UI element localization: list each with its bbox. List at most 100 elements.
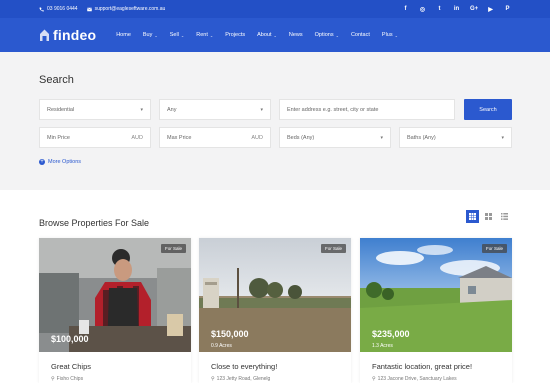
nav-label: Buy bbox=[142, 32, 153, 38]
max-price-input[interactable]: Max Price AUD bbox=[159, 127, 271, 148]
nav-label: Contact bbox=[350, 32, 370, 38]
chevron-down-icon: ⌄ bbox=[394, 32, 398, 38]
nav-item-contact[interactable]: Contact bbox=[351, 32, 370, 38]
nav-item-about[interactable]: About ⌄ bbox=[257, 32, 277, 38]
nav-label: Home bbox=[116, 32, 131, 38]
grid-icon bbox=[485, 213, 492, 220]
google-plus-icon[interactable]: G+ bbox=[470, 6, 478, 12]
property-price: $100,000 bbox=[51, 334, 89, 344]
min-price-input[interactable]: Min Price AUD bbox=[39, 127, 151, 148]
baths-select[interactable]: Baths (Any) ▾ bbox=[399, 127, 512, 148]
chevron-down-icon: ⌄ bbox=[209, 32, 214, 38]
list-icon bbox=[501, 213, 508, 220]
search-title: Search bbox=[39, 74, 74, 86]
nav-label: News bbox=[288, 32, 303, 38]
search-panel bbox=[0, 52, 550, 190]
nav-item-plus[interactable]: Plus ⌄ bbox=[382, 32, 398, 38]
more-options-link[interactable]: + More Options bbox=[39, 159, 81, 165]
property-address: ⚲ 123 Jacone Drive, Sanctuary Lakes bbox=[372, 376, 457, 382]
nav-item-buy[interactable]: Buy ⌄ bbox=[143, 32, 158, 38]
social-links: f ◎ t in G+ ▶ P bbox=[402, 6, 511, 13]
property-card[interactable]: For Sale $235,000 1.3 Acres Fantastic lo… bbox=[360, 238, 512, 383]
main-navbar: findeo Home Buy ⌄ Sell ⌄ Rent ⌄ Projects Ab… bbox=[0, 18, 550, 52]
search-button[interactable]: Search bbox=[464, 99, 512, 120]
property-price: $235,000 bbox=[372, 329, 410, 339]
chevron-down-icon: ⌄ bbox=[273, 32, 277, 38]
phone-icon bbox=[39, 7, 44, 11]
chevron-down-icon: ⌄ bbox=[180, 32, 185, 38]
grid-three-icon bbox=[469, 213, 476, 220]
email-contact[interactable]: support@eagleseftware.com.au bbox=[86, 6, 166, 12]
grid-view-button[interactable] bbox=[482, 210, 495, 223]
property-area: 0.9 Acres bbox=[211, 343, 232, 349]
map-pin-icon: ⚲ bbox=[372, 376, 376, 382]
more-options-label: More Options bbox=[48, 159, 82, 165]
property-name[interactable]: Great Chips bbox=[51, 362, 91, 371]
chevron-down-icon: ▾ bbox=[140, 106, 143, 113]
property-photo[interactable]: For Sale $100,000 bbox=[39, 238, 191, 352]
any-select[interactable]: Any ▾ bbox=[159, 99, 271, 120]
chevron-down-icon: ▾ bbox=[501, 134, 504, 141]
address-input[interactable]: Enter address e.g. street, city or state bbox=[279, 99, 455, 120]
input-placeholder: Min Price bbox=[47, 134, 70, 141]
phone-contact[interactable]: 03 9016 0444 bbox=[39, 6, 78, 12]
nav-label: Options bbox=[314, 32, 334, 38]
property-photo[interactable]: For Sale $235,000 1.3 Acres bbox=[360, 238, 512, 352]
property-address: ⚲ Fisho Chips bbox=[51, 376, 83, 382]
currency-suffix: AUD bbox=[251, 134, 263, 141]
input-placeholder: Enter address e.g. street, city or state bbox=[287, 106, 379, 113]
nav-item-news[interactable]: News bbox=[289, 32, 303, 38]
chevron-down-icon: ⌄ bbox=[335, 32, 339, 38]
envelope-icon bbox=[86, 7, 92, 11]
map-pin-icon: ⚲ bbox=[51, 376, 55, 382]
beds-select[interactable]: Beds (Any) ▾ bbox=[279, 127, 391, 148]
for-sale-badge: For Sale bbox=[160, 244, 186, 253]
property-name[interactable]: Fantastic location, great price! bbox=[372, 362, 472, 371]
select-value: Residential bbox=[47, 106, 75, 113]
nav-item-options[interactable]: Options ⌄ bbox=[315, 32, 339, 38]
browse-title: Browse Properties For Sale bbox=[39, 218, 150, 228]
nav-label: About bbox=[257, 32, 272, 38]
nav-item-projects[interactable]: Projects bbox=[225, 32, 245, 38]
chevron-down-icon: ▾ bbox=[260, 106, 263, 113]
youtube-icon[interactable]: ▶ bbox=[487, 6, 494, 13]
grid-three-view-button[interactable] bbox=[466, 210, 479, 223]
property-address: ⚲ 123 Jetty Road, Glenelg bbox=[211, 376, 270, 382]
nav-label: Projects bbox=[225, 32, 246, 38]
nav-label: Plus bbox=[381, 32, 393, 38]
facebook-icon[interactable]: f bbox=[402, 6, 409, 12]
chevron-down-icon: ▾ bbox=[380, 134, 383, 141]
instagram-icon[interactable]: ◎ bbox=[419, 6, 426, 13]
select-value: Baths (Any) bbox=[407, 134, 436, 141]
nav-item-home[interactable]: Home bbox=[116, 32, 131, 38]
property-card[interactable]: For Sale $150,000 0.9 Acres Close to eve… bbox=[199, 238, 351, 383]
email-address: support@eagleseftware.com.au bbox=[94, 6, 166, 12]
twitter-icon[interactable]: t bbox=[436, 6, 443, 12]
property-area: 1.3 Acres bbox=[372, 343, 393, 349]
nav-item-rent[interactable]: Rent ⌄ bbox=[196, 32, 213, 38]
list-view-button[interactable] bbox=[498, 210, 511, 223]
property-type-select[interactable]: Residential ▾ bbox=[39, 99, 151, 120]
nav-label: Sell bbox=[169, 32, 179, 38]
property-name[interactable]: Close to everything! bbox=[211, 362, 277, 371]
pinterest-icon[interactable]: P bbox=[504, 6, 511, 12]
linkedin-icon[interactable]: in bbox=[453, 6, 460, 12]
property-card[interactable]: For Sale $100,000 Great Chips ⚲ Fisho Ch… bbox=[39, 238, 191, 383]
property-price: $150,000 bbox=[211, 329, 249, 339]
property-photo[interactable]: For Sale $150,000 0.9 Acres bbox=[199, 238, 351, 352]
map-pin-icon: ⚲ bbox=[211, 376, 215, 382]
house-logo-icon bbox=[40, 29, 49, 41]
logo[interactable]: findeo bbox=[39, 27, 96, 43]
phone-number: 03 9016 0444 bbox=[47, 6, 78, 12]
currency-suffix: AUD bbox=[131, 134, 143, 141]
address-text: 123 Jetty Road, Glenelg bbox=[216, 376, 271, 382]
nav-menu: Home Buy ⌄ Sell ⌄ Rent ⌄ Projects About ⌄ Ne… bbox=[116, 32, 398, 38]
logo-text: findeo bbox=[53, 27, 97, 43]
address-text: Fisho Chips bbox=[56, 376, 84, 382]
for-sale-badge: For Sale bbox=[481, 244, 507, 253]
select-value: Beds (Any) bbox=[287, 134, 315, 141]
nav-item-sell[interactable]: Sell ⌄ bbox=[170, 32, 185, 38]
chevron-down-icon: ⌄ bbox=[154, 32, 158, 38]
plus-circle-icon: + bbox=[39, 159, 45, 165]
select-value: Any bbox=[167, 106, 177, 113]
